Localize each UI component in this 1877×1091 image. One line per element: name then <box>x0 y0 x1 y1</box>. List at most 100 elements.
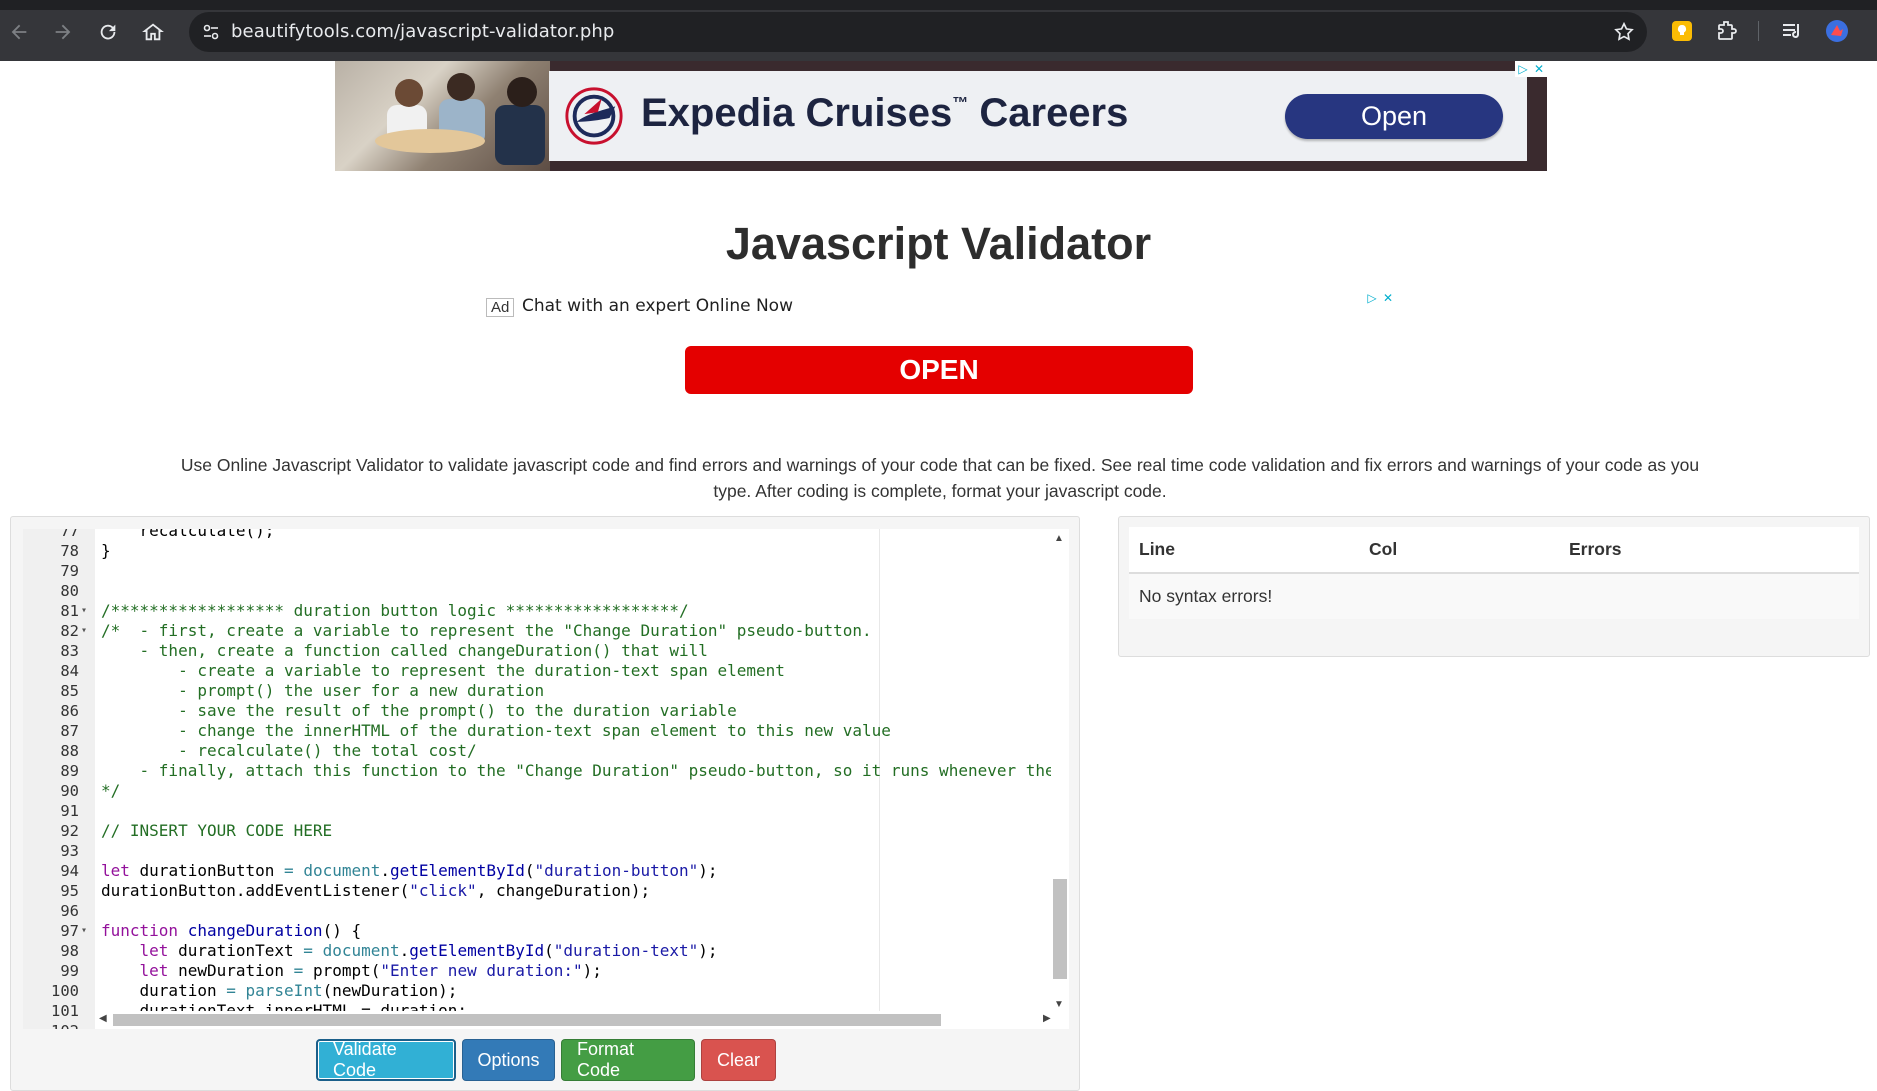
adchoices-icon[interactable]: ▷ <box>1515 61 1531 77</box>
code-line[interactable]: 93 <box>23 841 1051 861</box>
clear-button[interactable]: Clear <box>701 1039 776 1081</box>
scroll-down-icon[interactable]: ▼ <box>1054 999 1064 1010</box>
code-line[interactable]: 95 durationButton.addEventListener("click… <box>23 881 1051 901</box>
code-line[interactable]: 96 <box>23 901 1051 921</box>
code-line[interactable]: 90 */ <box>23 781 1051 801</box>
line-number: 93 <box>60 842 79 860</box>
scroll-up-icon[interactable]: ▲ <box>1054 533 1064 544</box>
line-number: 85 <box>60 682 79 700</box>
code-text[interactable]: duration = parseInt(newDuration); <box>101 981 1051 1001</box>
scroll-left-icon[interactable]: ◀ <box>99 1013 107 1024</box>
reload-icon[interactable] <box>94 18 122 46</box>
table-row: No syntax errors! <box>1129 573 1859 619</box>
ad-open-button[interactable]: OPEN <box>685 346 1193 394</box>
code-text[interactable]: // INSERT YOUR CODE HERE <box>101 821 1051 841</box>
ad-card[interactable]: Expedia Cruises™ Careers Open <box>549 71 1527 161</box>
line-number: 82 <box>60 622 79 640</box>
code-line[interactable]: 77 recalculate(); <box>23 529 1051 541</box>
ad-close-icon[interactable]: ✕ <box>1380 290 1396 306</box>
banner-ad[interactable]: Expedia Cruises™ Careers Open ▷ ✕ <box>335 61 1547 171</box>
code-text[interactable]: let durationText = document.getElementBy… <box>101 941 1051 961</box>
code-text[interactable]: function changeDuration() { <box>101 921 1051 941</box>
code-line[interactable]: 99 let newDuration = prompt("Enter new d… <box>23 961 1051 981</box>
code-text[interactable]: - finally, attach this function to the "… <box>101 761 1051 781</box>
url-text[interactable]: beautifytools.com/javascript-validator.p… <box>231 21 614 42</box>
vertical-scrollbar[interactable]: ▲ ▼ <box>1051 529 1069 1015</box>
column-header-line: Line <box>1129 527 1359 574</box>
code-text[interactable]: durationButton.addEventListener("click",… <box>101 881 1051 901</box>
fold-toggle-icon[interactable]: ▾ <box>81 601 93 621</box>
code-lines[interactable]: 77 recalculate(); 78} 79 80 81 ▾/************… <box>23 529 1051 1029</box>
media-icon[interactable] <box>1780 19 1804 43</box>
code-token: } <box>101 541 111 560</box>
extensions-icon[interactable] <box>1715 19 1739 43</box>
site-info-icon[interactable] <box>201 22 221 42</box>
code-line[interactable]: 89 - finally, attach this function to th… <box>23 761 1051 781</box>
format-code-button[interactable]: Format Code <box>561 1039 695 1081</box>
bookmark-star-icon[interactable] <box>1613 21 1635 43</box>
validate-code-button[interactable]: Validate Code <box>316 1039 456 1081</box>
column-header-col: Col <box>1359 527 1559 574</box>
code-line[interactable]: 79 <box>23 561 1051 581</box>
code-text[interactable]: /****************** duration button logi… <box>101 601 1051 621</box>
code-text[interactable]: let durationButton = document.getElement… <box>101 861 1051 881</box>
code-line[interactable]: 91 <box>23 801 1051 821</box>
code-text[interactable]: - then, create a function called changeD… <box>101 641 1051 661</box>
code-token: . <box>380 861 391 880</box>
extension-keep-icon[interactable] <box>1670 19 1694 43</box>
code-line[interactable]: 82 ▾ /* - first, create a variable to repr… <box>23 621 1051 641</box>
line-number: 84 <box>60 662 79 680</box>
code-text[interactable]: recalculate(); <box>101 529 1051 541</box>
code-token: durationButton <box>129 861 285 880</box>
vertical-scroll-thumb[interactable] <box>1053 879 1067 979</box>
code-text[interactable]: } <box>101 541 1051 561</box>
scroll-right-icon[interactable]: ▶ <box>1043 1013 1051 1024</box>
forward-icon[interactable] <box>49 18 77 46</box>
adchoices[interactable]: ▷ ✕ <box>1364 290 1396 306</box>
code-token: ); <box>582 961 602 980</box>
code-editor[interactable]: 77 recalculate(); 78} 79 80 81 ▾/************… <box>23 529 1069 1029</box>
code-text[interactable]: */ <box>101 781 1051 801</box>
ad-text[interactable]: Chat with an expert Online Now <box>522 296 793 316</box>
code-line[interactable]: 92 // INSERT YOUR CODE HERE <box>23 821 1051 841</box>
adchoices[interactable]: ▷ ✕ <box>1515 61 1547 77</box>
code-text[interactable]: - recalculate() the total cost/ <box>101 741 1051 761</box>
code-line[interactable]: 83 - then, create a function called chan… <box>23 641 1051 661</box>
profile-icon[interactable] <box>1825 19 1849 43</box>
code-line[interactable]: 100 duration = parseInt(newDuration); <box>23 981 1051 1001</box>
code-line[interactable]: 78} <box>23 541 1051 561</box>
code-text[interactable]: /* - first, create a variable to represe… <box>101 621 1051 641</box>
code-text[interactable]: - save the result of the prompt() to the… <box>101 701 1051 721</box>
home-icon[interactable] <box>139 18 167 46</box>
code-text[interactable]: - create a variable to represent the dur… <box>101 661 1051 681</box>
code-line[interactable]: 84 - create a variable to represent the … <box>23 661 1051 681</box>
code-text[interactable]: let newDuration = prompt("Enter new dura… <box>101 961 1051 981</box>
code-line[interactable]: 94 let durationButton = document.getEleme… <box>23 861 1051 881</box>
code-line[interactable]: 87 - change the innerHTML of the duratio… <box>23 721 1051 741</box>
code-line[interactable]: 97 ▾ function changeDuration() { <box>23 921 1051 941</box>
fold-toggle-icon[interactable]: ▾ <box>81 621 93 641</box>
code-line[interactable]: 88 - recalculate() the total cost/ <box>23 741 1051 761</box>
code-token: = <box>293 961 304 980</box>
code-line[interactable]: 80 <box>23 581 1051 601</box>
code-line[interactable]: 81 ▾ /****************** duration button l… <box>23 601 1051 621</box>
horizontal-scrollbar[interactable]: ◀ ▶ <box>95 1011 1069 1029</box>
address-bar[interactable]: beautifytools.com/javascript-validator.p… <box>189 12 1647 52</box>
toolbar-divider <box>1758 21 1759 41</box>
code-line[interactable]: 86 - save the result of the prompt() to … <box>23 701 1051 721</box>
ad-close-icon[interactable]: ✕ <box>1531 61 1547 77</box>
expedia-cruises-logo-icon <box>565 87 623 145</box>
fold-toggle-icon[interactable]: ▾ <box>81 921 93 941</box>
adchoices-icon[interactable]: ▷ <box>1364 290 1380 306</box>
back-icon[interactable] <box>5 18 33 46</box>
horizontal-scroll-thumb[interactable] <box>113 1014 941 1026</box>
code-token: getElementById <box>409 941 545 960</box>
code-line[interactable]: 85 - prompt() the user for a new duratio… <box>23 681 1051 701</box>
ad-open-button[interactable]: Open <box>1285 94 1503 139</box>
options-button[interactable]: Options <box>462 1039 555 1081</box>
code-text[interactable]: - prompt() the user for a new duration <box>101 681 1051 701</box>
code-text[interactable]: - change the innerHTML of the duration-t… <box>101 721 1051 741</box>
text-ad[interactable]: Ad Chat with an expert Online Now ▷ ✕ OP… <box>484 290 1396 400</box>
code-line[interactable]: 98 let durationText = document.getElemen… <box>23 941 1051 961</box>
